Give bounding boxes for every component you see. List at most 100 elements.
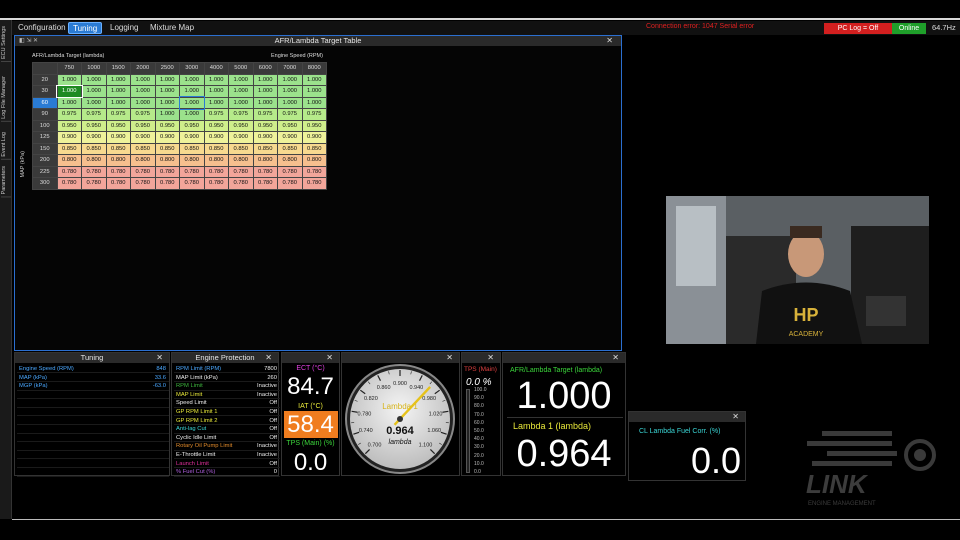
table-cell[interactable]: 1.000 [56,96,82,109]
table-cell[interactable]: 1.000 [81,96,107,109]
table-cell[interactable]: 1.000 [277,73,303,86]
table-cell[interactable]: 0.900 [105,131,131,144]
table-cell[interactable]: 0.975 [301,108,327,121]
table-cell[interactable]: 0.950 [301,119,327,132]
table-cell[interactable]: 0.780 [56,177,82,190]
table-cell[interactable]: 0.800 [301,154,327,167]
rpm-header[interactable]: 1500 [105,62,131,75]
table-cell[interactable]: 0.950 [228,119,254,132]
close-icon[interactable]: ✕ [156,353,163,363]
map-row-header[interactable]: 225 [32,165,58,178]
table-cell[interactable]: 0.800 [154,154,180,167]
protection-row[interactable]: Launch Limit Off [174,460,280,468]
table-cell[interactable]: 0.900 [130,131,156,144]
tab-ecu-settings[interactable]: ECU Settings [1,24,11,63]
tuning-row-empty[interactable] [17,425,169,434]
table-cell[interactable]: 0.780 [130,165,156,178]
table-cell[interactable]: 1.000 [301,85,327,98]
table-cell[interactable]: 0.975 [252,108,278,121]
protection-row[interactable]: MAP Limit Inactive [174,391,280,400]
table-cell[interactable]: 1.000 [154,73,180,86]
table-cell[interactable]: 0.975 [105,108,131,121]
tab-parameters[interactable]: Parameters [1,164,11,198]
table-cell[interactable]: 0.950 [277,119,303,132]
table-cell[interactable]: 0.975 [277,108,303,121]
table-cell[interactable]: 1.000 [228,96,254,109]
table-cell[interactable]: 1.000 [105,96,131,109]
table-cell[interactable]: 1.000 [81,73,107,86]
map-row-header[interactable]: 20 [32,73,58,86]
online-status[interactable]: Online [892,23,926,34]
table-cell[interactable]: 0.975 [56,108,82,121]
table-cell[interactable]: 1.000 [203,85,229,98]
table-cell[interactable]: 0.800 [252,154,278,167]
table-cell[interactable]: 0.780 [179,177,205,190]
table-cell[interactable]: 1.000 [154,96,180,109]
tuning-row-empty[interactable] [17,399,169,408]
table-cell[interactable]: 0.900 [154,131,180,144]
protection-row[interactable]: RPM Limit (RPM) 7800 [174,365,280,374]
protection-row[interactable]: GP RPM Limit 2 Off [174,417,280,425]
rpm-header[interactable]: 2000 [130,62,156,75]
table-cell[interactable]: 0.780 [228,177,254,190]
protection-row[interactable]: MAP Limit (kPa) 260 [174,374,280,382]
table-cell[interactable]: 0.950 [105,119,131,132]
table-cell[interactable]: 0.780 [179,165,205,178]
tab-log-file-manager[interactable]: Log File Manager [1,74,11,122]
table-cell[interactable]: 0.780 [81,177,107,190]
protection-row[interactable]: Cyclic Idle Limit Off [174,434,280,443]
map-row-header[interactable]: 150 [32,142,58,155]
close-icon[interactable]: ✕ [326,353,333,363]
map-row-header[interactable]: 125 [32,131,58,144]
menu-configuration[interactable]: Configuration [14,22,70,34]
table-cell[interactable]: 1.000 [130,85,156,98]
rpm-header[interactable]: 5000 [228,62,254,75]
table-cell[interactable]: 1.000 [252,73,278,86]
map-row-header[interactable]: 100 [32,119,58,132]
rpm-header[interactable]: 6000 [252,62,278,75]
table-cell[interactable]: 0.900 [203,131,229,144]
table-cell[interactable]: 1.000 [130,73,156,86]
table-cell[interactable]: 0.780 [252,177,278,190]
table-cell[interactable]: 0.800 [130,154,156,167]
table-cell[interactable]: 0.850 [56,142,82,155]
close-icon[interactable]: ✕ [487,353,494,363]
table-cell[interactable]: 0.850 [105,142,131,155]
close-icon[interactable]: ✕ [732,412,739,422]
protection-row[interactable]: % Fuel Cut (%) 0 [174,468,280,477]
table-cell[interactable]: 0.950 [130,119,156,132]
table-cell[interactable]: 0.850 [228,142,254,155]
table-cell[interactable]: 0.950 [203,119,229,132]
table-cell[interactable]: 1.000 [301,96,327,109]
table-cell[interactable]: 0.950 [179,119,205,132]
rpm-header[interactable]: 750 [56,62,82,75]
table-cell[interactable]: 1.000 [228,73,254,86]
tab-event-log[interactable]: Event Log [1,130,11,160]
table-cell[interactable]: 0.780 [154,177,180,190]
table-cell[interactable]: 1.000 [228,85,254,98]
table-cell[interactable]: 1.000 [105,73,131,86]
table-cell[interactable]: 1.000 [56,84,83,98]
table-cell[interactable]: 0.850 [277,142,303,155]
tuning-row-empty[interactable] [17,408,169,417]
tuning-row-empty[interactable] [17,391,169,400]
table-cell[interactable]: 0.780 [203,165,229,178]
table-cell[interactable]: 0.900 [277,131,303,144]
table-cell[interactable]: 0.800 [277,154,303,167]
table-cell[interactable]: 0.780 [228,165,254,178]
table-cell[interactable]: 0.900 [301,131,327,144]
table-cell[interactable]: 0.780 [105,177,131,190]
close-icon[interactable]: ✕ [606,36,613,46]
table-cell[interactable]: 1.000 [277,85,303,98]
rpm-header[interactable]: 1000 [81,62,107,75]
table-cell[interactable]: 0.800 [228,154,254,167]
table-cell[interactable]: 0.850 [252,142,278,155]
table-cell[interactable]: 0.900 [252,131,278,144]
tuning-row-empty[interactable] [17,442,169,451]
map-row-header[interactable]: 90 [32,108,58,121]
table-cell[interactable]: 1.000 [301,73,327,86]
table-cell[interactable]: 1.000 [179,85,205,98]
map-row-header[interactable]: 200 [32,154,58,167]
table-cell[interactable]: 0.800 [56,154,82,167]
table-cell[interactable]: 0.780 [277,165,303,178]
